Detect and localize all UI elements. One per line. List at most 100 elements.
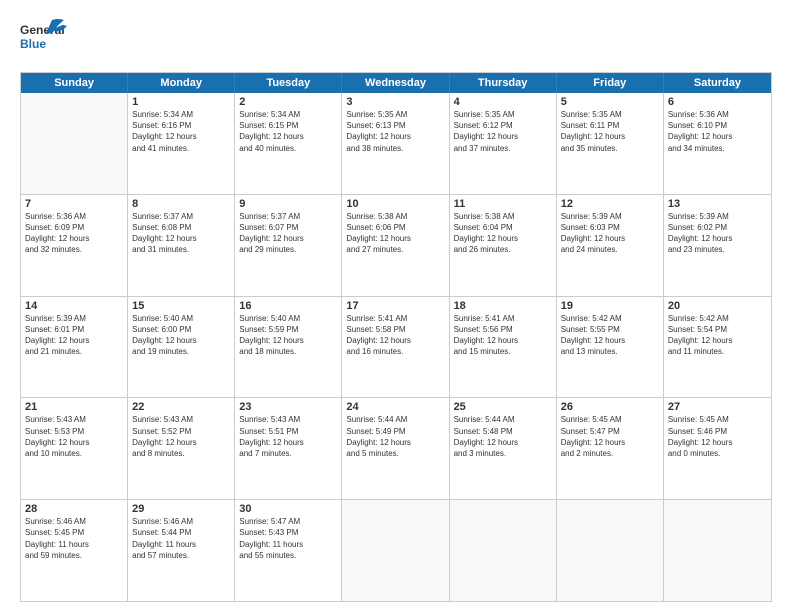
day-number: 17 bbox=[346, 300, 444, 312]
day-number: 9 bbox=[239, 198, 337, 210]
day-number: 1 bbox=[132, 96, 230, 108]
day-number: 18 bbox=[454, 300, 552, 312]
day-number: 14 bbox=[25, 300, 123, 312]
calendar-cell: 30Sunrise: 5:47 AM Sunset: 5:43 PM Dayli… bbox=[235, 500, 342, 601]
calendar-row: 21Sunrise: 5:43 AM Sunset: 5:53 PM Dayli… bbox=[21, 398, 771, 500]
day-number: 26 bbox=[561, 401, 659, 413]
calendar-cell: 19Sunrise: 5:42 AM Sunset: 5:55 PM Dayli… bbox=[557, 297, 664, 398]
calendar-header: SundayMondayTuesdayWednesdayThursdayFrid… bbox=[21, 73, 771, 93]
day-info: Sunrise: 5:43 AM Sunset: 5:51 PM Dayligh… bbox=[239, 414, 337, 459]
day-info: Sunrise: 5:37 AM Sunset: 6:08 PM Dayligh… bbox=[132, 211, 230, 256]
day-number: 20 bbox=[668, 300, 767, 312]
calendar-cell: 24Sunrise: 5:44 AM Sunset: 5:49 PM Dayli… bbox=[342, 398, 449, 499]
day-number: 22 bbox=[132, 401, 230, 413]
calendar-cell: 17Sunrise: 5:41 AM Sunset: 5:58 PM Dayli… bbox=[342, 297, 449, 398]
day-number: 7 bbox=[25, 198, 123, 210]
svg-text:Blue: Blue bbox=[20, 37, 46, 51]
calendar-cell: 27Sunrise: 5:45 AM Sunset: 5:46 PM Dayli… bbox=[664, 398, 771, 499]
day-number: 15 bbox=[132, 300, 230, 312]
day-header-tuesday: Tuesday bbox=[235, 73, 342, 93]
calendar: SundayMondayTuesdayWednesdayThursdayFrid… bbox=[20, 72, 772, 602]
day-info: Sunrise: 5:36 AM Sunset: 6:09 PM Dayligh… bbox=[25, 211, 123, 256]
day-info: Sunrise: 5:46 AM Sunset: 5:45 PM Dayligh… bbox=[25, 516, 123, 561]
calendar-cell: 6Sunrise: 5:36 AM Sunset: 6:10 PM Daylig… bbox=[664, 93, 771, 194]
day-number: 12 bbox=[561, 198, 659, 210]
calendar-cell: 26Sunrise: 5:45 AM Sunset: 5:47 PM Dayli… bbox=[557, 398, 664, 499]
calendar-cell bbox=[342, 500, 449, 601]
day-header-saturday: Saturday bbox=[664, 73, 771, 93]
calendar-cell: 2Sunrise: 5:34 AM Sunset: 6:15 PM Daylig… bbox=[235, 93, 342, 194]
logo-icon: GeneralBlue bbox=[20, 18, 70, 62]
calendar-cell: 3Sunrise: 5:35 AM Sunset: 6:13 PM Daylig… bbox=[342, 93, 449, 194]
calendar-cell: 25Sunrise: 5:44 AM Sunset: 5:48 PM Dayli… bbox=[450, 398, 557, 499]
calendar-cell: 1Sunrise: 5:34 AM Sunset: 6:16 PM Daylig… bbox=[128, 93, 235, 194]
calendar-cell bbox=[557, 500, 664, 601]
day-number: 16 bbox=[239, 300, 337, 312]
day-info: Sunrise: 5:37 AM Sunset: 6:07 PM Dayligh… bbox=[239, 211, 337, 256]
calendar-cell: 21Sunrise: 5:43 AM Sunset: 5:53 PM Dayli… bbox=[21, 398, 128, 499]
calendar-cell: 16Sunrise: 5:40 AM Sunset: 5:59 PM Dayli… bbox=[235, 297, 342, 398]
day-number: 30 bbox=[239, 503, 337, 515]
day-info: Sunrise: 5:44 AM Sunset: 5:48 PM Dayligh… bbox=[454, 414, 552, 459]
calendar-cell: 15Sunrise: 5:40 AM Sunset: 6:00 PM Dayli… bbox=[128, 297, 235, 398]
day-header-monday: Monday bbox=[128, 73, 235, 93]
day-info: Sunrise: 5:38 AM Sunset: 6:06 PM Dayligh… bbox=[346, 211, 444, 256]
day-info: Sunrise: 5:36 AM Sunset: 6:10 PM Dayligh… bbox=[668, 109, 767, 154]
day-info: Sunrise: 5:39 AM Sunset: 6:02 PM Dayligh… bbox=[668, 211, 767, 256]
calendar-cell: 14Sunrise: 5:39 AM Sunset: 6:01 PM Dayli… bbox=[21, 297, 128, 398]
day-info: Sunrise: 5:40 AM Sunset: 6:00 PM Dayligh… bbox=[132, 313, 230, 358]
calendar-cell: 12Sunrise: 5:39 AM Sunset: 6:03 PM Dayli… bbox=[557, 195, 664, 296]
logo: GeneralBlue bbox=[20, 18, 70, 62]
day-number: 29 bbox=[132, 503, 230, 515]
day-info: Sunrise: 5:47 AM Sunset: 5:43 PM Dayligh… bbox=[239, 516, 337, 561]
day-info: Sunrise: 5:41 AM Sunset: 5:56 PM Dayligh… bbox=[454, 313, 552, 358]
calendar-body: 1Sunrise: 5:34 AM Sunset: 6:16 PM Daylig… bbox=[21, 93, 771, 601]
calendar-row: 1Sunrise: 5:34 AM Sunset: 6:16 PM Daylig… bbox=[21, 93, 771, 195]
day-number: 28 bbox=[25, 503, 123, 515]
day-number: 13 bbox=[668, 198, 767, 210]
day-number: 10 bbox=[346, 198, 444, 210]
calendar-cell: 8Sunrise: 5:37 AM Sunset: 6:08 PM Daylig… bbox=[128, 195, 235, 296]
calendar-cell: 7Sunrise: 5:36 AM Sunset: 6:09 PM Daylig… bbox=[21, 195, 128, 296]
day-number: 19 bbox=[561, 300, 659, 312]
day-info: Sunrise: 5:38 AM Sunset: 6:04 PM Dayligh… bbox=[454, 211, 552, 256]
day-header-sunday: Sunday bbox=[21, 73, 128, 93]
calendar-cell: 13Sunrise: 5:39 AM Sunset: 6:02 PM Dayli… bbox=[664, 195, 771, 296]
day-header-friday: Friday bbox=[557, 73, 664, 93]
calendar-row: 7Sunrise: 5:36 AM Sunset: 6:09 PM Daylig… bbox=[21, 195, 771, 297]
page-header: GeneralBlue bbox=[20, 18, 772, 62]
calendar-cell: 22Sunrise: 5:43 AM Sunset: 5:52 PM Dayli… bbox=[128, 398, 235, 499]
day-info: Sunrise: 5:46 AM Sunset: 5:44 PM Dayligh… bbox=[132, 516, 230, 561]
day-number: 5 bbox=[561, 96, 659, 108]
day-info: Sunrise: 5:44 AM Sunset: 5:49 PM Dayligh… bbox=[346, 414, 444, 459]
day-number: 23 bbox=[239, 401, 337, 413]
day-number: 2 bbox=[239, 96, 337, 108]
day-info: Sunrise: 5:45 AM Sunset: 5:47 PM Dayligh… bbox=[561, 414, 659, 459]
calendar-row: 28Sunrise: 5:46 AM Sunset: 5:45 PM Dayli… bbox=[21, 500, 771, 601]
day-info: Sunrise: 5:45 AM Sunset: 5:46 PM Dayligh… bbox=[668, 414, 767, 459]
day-info: Sunrise: 5:39 AM Sunset: 6:01 PM Dayligh… bbox=[25, 313, 123, 358]
calendar-cell bbox=[21, 93, 128, 194]
day-info: Sunrise: 5:43 AM Sunset: 5:53 PM Dayligh… bbox=[25, 414, 123, 459]
day-number: 4 bbox=[454, 96, 552, 108]
calendar-cell: 11Sunrise: 5:38 AM Sunset: 6:04 PM Dayli… bbox=[450, 195, 557, 296]
calendar-cell: 20Sunrise: 5:42 AM Sunset: 5:54 PM Dayli… bbox=[664, 297, 771, 398]
day-info: Sunrise: 5:39 AM Sunset: 6:03 PM Dayligh… bbox=[561, 211, 659, 256]
day-info: Sunrise: 5:42 AM Sunset: 5:55 PM Dayligh… bbox=[561, 313, 659, 358]
day-number: 8 bbox=[132, 198, 230, 210]
day-info: Sunrise: 5:35 AM Sunset: 6:13 PM Dayligh… bbox=[346, 109, 444, 154]
day-info: Sunrise: 5:35 AM Sunset: 6:12 PM Dayligh… bbox=[454, 109, 552, 154]
day-number: 3 bbox=[346, 96, 444, 108]
day-number: 21 bbox=[25, 401, 123, 413]
day-number: 27 bbox=[668, 401, 767, 413]
calendar-cell: 29Sunrise: 5:46 AM Sunset: 5:44 PM Dayli… bbox=[128, 500, 235, 601]
calendar-cell: 5Sunrise: 5:35 AM Sunset: 6:11 PM Daylig… bbox=[557, 93, 664, 194]
day-info: Sunrise: 5:40 AM Sunset: 5:59 PM Dayligh… bbox=[239, 313, 337, 358]
calendar-cell: 18Sunrise: 5:41 AM Sunset: 5:56 PM Dayli… bbox=[450, 297, 557, 398]
day-number: 24 bbox=[346, 401, 444, 413]
calendar-cell: 9Sunrise: 5:37 AM Sunset: 6:07 PM Daylig… bbox=[235, 195, 342, 296]
day-header-thursday: Thursday bbox=[450, 73, 557, 93]
day-header-wednesday: Wednesday bbox=[342, 73, 449, 93]
day-info: Sunrise: 5:34 AM Sunset: 6:16 PM Dayligh… bbox=[132, 109, 230, 154]
day-info: Sunrise: 5:34 AM Sunset: 6:15 PM Dayligh… bbox=[239, 109, 337, 154]
